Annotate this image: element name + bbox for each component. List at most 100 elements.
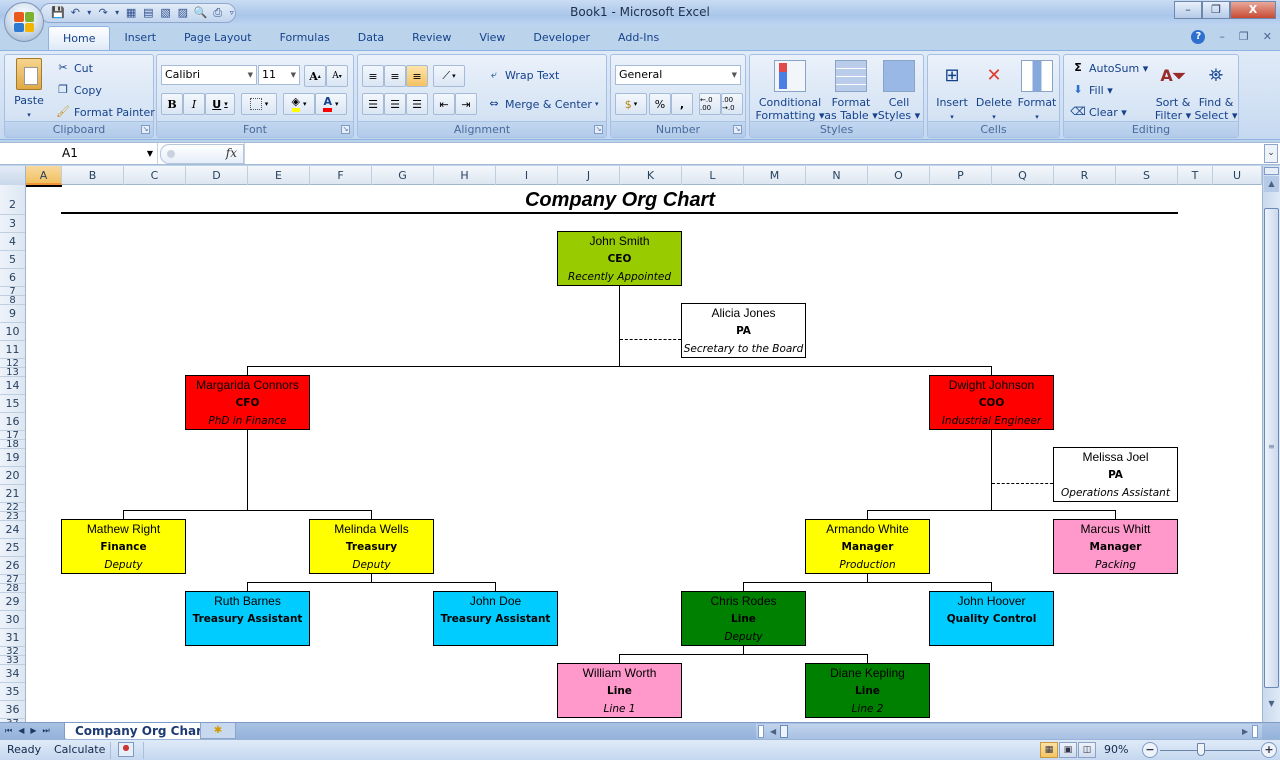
tab-developer[interactable]: Developer [519, 26, 604, 50]
column-header-g[interactable]: G [372, 166, 434, 185]
merge-center-button[interactable]: ⇔ Merge & Center ▾ [486, 96, 598, 112]
row-header-20[interactable]: 20 [0, 467, 25, 485]
vertical-scrollbar[interactable]: ▲ ≡ ▼ [1262, 166, 1280, 722]
fill-button[interactable]: ⬇ Fill ▾ [1070, 82, 1112, 98]
org-node-pa-coo[interactable]: Melissa Joel PA Operations Assistant [1053, 447, 1178, 502]
column-header-l[interactable]: L [682, 166, 744, 185]
name-box[interactable]: A1 ▼ [0, 143, 158, 164]
page-break-preview-icon[interactable]: ◫ [1078, 742, 1096, 758]
row-header-15[interactable]: 15 [0, 395, 25, 413]
delete-cells-button[interactable]: ✕ Delete ▾ [974, 60, 1014, 124]
split-box[interactable] [1264, 167, 1279, 175]
workbook-minimize-icon[interactable]: – [1219, 30, 1225, 44]
org-node-treas-asst-2[interactable]: John Doe Treasury Assistant [433, 591, 558, 646]
grow-font-button[interactable]: A ▴ [304, 65, 326, 87]
column-header-r[interactable]: R [1054, 166, 1116, 185]
insert-worksheet-button[interactable]: ✱ [200, 723, 236, 739]
last-sheet-icon[interactable]: ⏭ [43, 723, 50, 739]
page-setup-icon[interactable]: ▨ [176, 5, 189, 21]
page-layout-view-icon[interactable]: ▣ [1059, 742, 1077, 758]
find-select-button[interactable]: ⛯ Find & Select ▾ [1194, 60, 1238, 122]
column-header-c[interactable]: C [124, 166, 186, 185]
column-header-f[interactable]: F [310, 166, 372, 185]
number-launcher-icon[interactable]: ↘ [733, 125, 742, 134]
print-preview-icon[interactable]: 🔍 [193, 5, 207, 21]
select-all-button[interactable] [0, 166, 26, 185]
org-node-pa-ceo[interactable]: Alicia Jones PA Secretary to the Board [681, 303, 806, 358]
column-header-k[interactable]: K [620, 166, 682, 185]
font-name-select[interactable]: Calibri ▼ [161, 65, 257, 85]
format-as-table-button[interactable]: Format as Table ▾ [824, 60, 878, 122]
help-icon[interactable]: ? [1191, 30, 1206, 44]
column-header-i[interactable]: I [496, 166, 558, 185]
column-header-u[interactable]: U [1213, 166, 1262, 185]
column-header-e[interactable]: E [248, 166, 310, 185]
row-header-16[interactable]: 16 [0, 413, 25, 431]
org-node-packing[interactable]: Marcus Whitt Manager Packing [1053, 519, 1178, 574]
org-node-line-deputy[interactable]: Chris Rodes Line Deputy [681, 591, 806, 646]
formula-input[interactable] [244, 143, 1262, 164]
borders-button[interactable]: ▾ [241, 93, 277, 115]
zoom-in-icon[interactable]: + [1261, 742, 1277, 758]
row-header-7[interactable]: 7 [0, 287, 25, 296]
restore-button[interactable]: ❐ [1202, 1, 1230, 19]
zoom-slider-thumb[interactable] [1197, 743, 1205, 756]
sheet-tab-company-org-chart[interactable]: Company Org Chart [64, 723, 219, 740]
insert-function-button[interactable]: fx [226, 146, 237, 160]
format-painter-button[interactable]: 🖌 Format Painter [55, 104, 155, 120]
tab-formulas[interactable]: Formulas [266, 26, 344, 50]
number-format-select[interactable]: General ▼ [615, 65, 741, 85]
row-header-19[interactable]: 19 [0, 449, 25, 467]
calculator-icon[interactable]: ▦ [124, 5, 137, 21]
workbook-close-icon[interactable]: ✕ [1263, 30, 1272, 44]
org-node-ceo[interactable]: John Smith CEO Recently Appointed [557, 231, 682, 286]
org-node-line-1[interactable]: William Worth Line Line 1 [557, 663, 682, 718]
row-header-22[interactable]: 22 [0, 503, 25, 512]
row-header-35[interactable]: 35 [0, 683, 25, 701]
horizontal-scroll-thumb[interactable] [780, 725, 788, 738]
close-button[interactable]: X [1230, 1, 1276, 19]
column-header-o[interactable]: O [868, 166, 930, 185]
align-middle-button[interactable]: ≡ [384, 65, 406, 87]
row-header-27[interactable]: 27 [0, 575, 25, 584]
column-header-m[interactable]: M [744, 166, 806, 185]
row-header-18[interactable]: 18 [0, 440, 25, 449]
tab-data[interactable]: Data [344, 26, 398, 50]
split-box[interactable] [1252, 725, 1258, 738]
first-sheet-icon[interactable]: ⏮ [5, 723, 12, 739]
tab-split-box[interactable] [758, 725, 764, 738]
accounting-format-button[interactable]: $ ▾ [615, 93, 647, 115]
tab-review[interactable]: Review [398, 26, 465, 50]
zoom-slider-track[interactable] [1160, 750, 1260, 751]
column-header-j[interactable]: J [558, 166, 620, 185]
row-header-26[interactable]: 26 [0, 557, 25, 575]
column-header-h[interactable]: H [434, 166, 496, 185]
org-node-finance[interactable]: Mathew Right Finance Deputy [61, 519, 186, 574]
tab-view[interactable]: View [465, 26, 519, 50]
org-node-cfo[interactable]: Margarida Connors CFO PhD in Finance [185, 375, 310, 430]
format-cells-button[interactable]: Format ▾ [1016, 60, 1058, 124]
status-calculate[interactable]: Calculate [54, 743, 105, 756]
undo-icon[interactable]: ↶ [69, 5, 82, 21]
align-right-button[interactable]: ☰ [406, 93, 428, 115]
percent-style-button[interactable]: % [649, 93, 671, 115]
row-header-17[interactable]: 17 [0, 431, 25, 440]
row-header-31[interactable]: 31 [0, 629, 25, 647]
next-sheet-icon[interactable]: ▶ [30, 723, 36, 739]
column-header-q[interactable]: Q [992, 166, 1054, 185]
conditional-formatting-button[interactable]: Conditional Formatting ▾ [752, 60, 828, 122]
column-header-p[interactable]: P [930, 166, 992, 185]
org-node-treasury[interactable]: Melinda Wells Treasury Deputy [309, 519, 434, 574]
column-header-d[interactable]: D [186, 166, 248, 185]
tab-home[interactable]: Home [48, 26, 111, 50]
tab-add-ins[interactable]: Add-Ins [604, 26, 673, 50]
row-header-11[interactable]: 11 [0, 341, 25, 359]
row-header-4[interactable]: 4 [0, 233, 25, 251]
print-icon[interactable]: ⎙ [211, 5, 224, 21]
redo-icon[interactable]: ↷ [97, 5, 110, 21]
org-node-line-2[interactable]: Diane Kepling Line Line 2 [805, 663, 930, 718]
row-header-10[interactable]: 10 [0, 323, 25, 341]
wrap-text-button[interactable]: ⤶ Wrap Text [486, 67, 559, 83]
row-header-13[interactable]: 13 [0, 368, 25, 377]
normal-view-icon[interactable]: ▦ [1040, 742, 1058, 758]
